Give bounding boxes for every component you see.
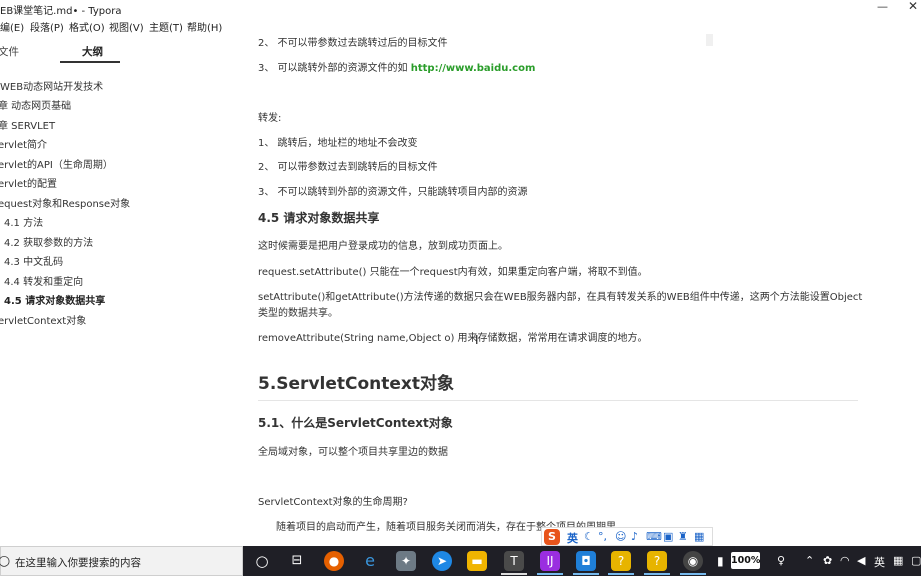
text-setattribute: request.setAttribute() 只能在一个request内有效，如… xyxy=(258,267,648,278)
menu-help[interactable]: 帮助(H) xyxy=(187,19,222,34)
text-forward-2: 2、 可以带参数过去到跳转后的目标文件 xyxy=(258,162,438,173)
typora-icon[interactable]: T xyxy=(504,551,524,571)
text-scope-1: setAttribute()和getAttribute()方法传递的数据只会在W… xyxy=(258,292,863,303)
text-cursor-icon: Ⅰ xyxy=(475,333,479,347)
microphone-icon[interactable]: ♪ xyxy=(631,530,638,543)
menu-bar: 编(E) 段落(P) 格式(O) 视图(V) 主题(T) 帮助(H) xyxy=(0,17,921,34)
outline-item[interactable]: ervlet简介 xyxy=(0,136,47,151)
media-running-indicator xyxy=(680,573,706,575)
file-explorer-icon[interactable]: ▬ xyxy=(467,551,487,571)
notification-icon[interactable]: ▢ xyxy=(911,554,921,567)
ime-lang-toggle[interactable]: 英 xyxy=(567,530,578,546)
title-bar: EB课堂笔记.md• - Typora — ✕ xyxy=(0,0,921,17)
tab-outline[interactable]: 大纲 xyxy=(82,44,103,59)
text-scope-2: 类型的数据共享。 xyxy=(258,308,338,319)
outline-item[interactable]: 4.4 转发和重定向 xyxy=(4,273,83,288)
battery-indicator[interactable]: 100% xyxy=(731,552,760,569)
edge-icon[interactable]: e xyxy=(360,551,380,571)
battery-plug-icon: ▮ xyxy=(717,554,724,568)
text-redirect-3: 3、 可以跳转外部的资源文件的如 http://www.baidu.com xyxy=(258,59,535,74)
firefox-icon[interactable]: ● xyxy=(324,551,344,571)
outline-item[interactable]: ervlet的API（生命周期） xyxy=(0,156,113,171)
baidu-link[interactable]: http://www.baidu.com xyxy=(411,63,536,74)
tray-ime-lang[interactable]: 英 xyxy=(874,554,885,570)
task-view-icon[interactable]: ⊟ xyxy=(287,551,307,571)
toolbox-icon[interactable]: ▦ xyxy=(694,530,704,543)
menu-paragraph[interactable]: 段落(P) xyxy=(30,19,64,34)
media-player-icon[interactable]: ◉ xyxy=(683,551,703,571)
app-tray-icon[interactable]: ✿ xyxy=(823,554,832,567)
outline-item[interactable]: 4.1 方法 xyxy=(4,214,43,229)
ime-logo-icon[interactable]: S xyxy=(544,529,560,545)
heading-4-5: 4.5 请求对象数据共享 xyxy=(258,211,380,225)
text-login: 这时候需要是把用户登录成功的信息，放到成功页面上。 xyxy=(258,241,508,252)
intellij-running-indicator xyxy=(537,573,563,575)
moon-icon[interactable]: ☾ xyxy=(584,530,594,543)
outline-item[interactable]: ervlet的配置 xyxy=(0,175,57,190)
close-button[interactable]: ✕ xyxy=(908,0,918,13)
python-icon-1[interactable]: ? xyxy=(611,551,631,571)
outline-item[interactable]: 章 动态网页基础 xyxy=(0,97,71,112)
taskbar-search[interactable]: ○ 在这里输入你要搜索的内容 xyxy=(0,546,243,576)
tray-grid-icon[interactable]: ▦ xyxy=(893,554,903,567)
text-lifecycle: ServletContext对象的生命周期? xyxy=(258,497,408,508)
menu-view[interactable]: 视图(V) xyxy=(109,19,144,34)
python-icon-2[interactable]: ? xyxy=(647,551,667,571)
keyboard-icon[interactable]: ⌨ xyxy=(646,530,662,543)
text-redirect-2: 2、 不可以带参数过去跳转过后的目标文件 xyxy=(258,38,448,49)
top-scroll-indicator xyxy=(706,34,713,46)
outline-item[interactable]: 4.3 中文乱码 xyxy=(4,253,63,268)
text-global: 全局域对象，可以整个项目共享里边的数据 xyxy=(258,447,448,458)
minimize-button[interactable]: — xyxy=(877,0,888,13)
outline-item[interactable]: 章 SERVLET xyxy=(0,117,55,132)
menu-edit[interactable]: 编(E) xyxy=(0,19,24,34)
shirt-icon[interactable]: ♜ xyxy=(678,530,688,543)
text-forward-1: 1、 跳转后，地址栏的地址不会改变 xyxy=(258,138,418,149)
wifi-icon[interactable]: ◠ xyxy=(840,554,850,567)
editor-content[interactable]: 2、 不可以带参数过去跳转过后的目标文件 3、 可以跳转外部的资源文件的如 ht… xyxy=(236,34,921,546)
intellij-icon[interactable]: IJ xyxy=(540,551,560,571)
volume-icon[interactable]: ◀ xyxy=(857,554,865,567)
sidebar: 文件 大纲 WEB动态网站开发技术 章 动态网页基础 章 SERVLET erv… xyxy=(0,34,236,546)
typora-active-indicator xyxy=(501,573,527,575)
tab-files[interactable]: 文件 xyxy=(0,44,19,59)
user-icon[interactable]: ♀ xyxy=(777,554,785,567)
outline-item[interactable]: ervletContext对象 xyxy=(0,312,86,327)
active-tab-indicator xyxy=(60,61,120,63)
ime-toolbar: S 英 ☾ °, ☺ ♪ ⌨ ▣ ♜ ▦ xyxy=(541,527,713,546)
app-blue-running-indicator xyxy=(573,573,599,575)
outline-item[interactable]: 4.2 获取参数的方法 xyxy=(4,234,93,249)
app-blue-icon[interactable]: ◘ xyxy=(576,551,596,571)
tray-expand-icon[interactable]: ⌃ xyxy=(805,554,814,567)
text-forward-3: 3、 不可以跳转到外部的资源文件，只能跳转项目内部的资源 xyxy=(258,187,528,198)
python-2-running-indicator xyxy=(644,573,670,575)
text-forward-label: 转发: xyxy=(258,113,282,124)
outline-item-active[interactable]: 4.5 请求对象数据共享 xyxy=(4,292,105,307)
outline-item[interactable]: equest对象和Response对象 xyxy=(0,195,130,210)
feishu-icon[interactable]: ➤ xyxy=(432,551,452,571)
heading-5: 5.ServletContext对象 xyxy=(258,374,455,394)
menu-theme[interactable]: 主题(T) xyxy=(149,19,183,34)
heading-rule xyxy=(258,400,858,401)
heading-5-1: 5.1、什么是ServletContext对象 xyxy=(258,416,453,430)
settings-app-icon[interactable]: ✦ xyxy=(396,551,416,571)
search-placeholder: 在这里输入你要搜索的内容 xyxy=(15,557,141,569)
emoji-icon[interactable]: ☺ xyxy=(615,530,626,543)
menu-format[interactable]: 格式(O) xyxy=(69,19,105,34)
search-icon: ○ xyxy=(0,553,11,569)
outline-item[interactable]: WEB动态网站开发技术 xyxy=(0,78,103,93)
window-title: EB课堂笔记.md• - Typora xyxy=(0,6,122,17)
text-remove: removeAttribute(String name,Object o) 用来… xyxy=(258,333,648,344)
skin-icon[interactable]: ▣ xyxy=(663,530,673,543)
python-1-running-indicator xyxy=(608,573,634,575)
taskbar: ○ 在这里输入你要搜索的内容 ○ ⊟ ● e ✦ ➤ ▬ T IJ ◘ ? ? … xyxy=(0,546,921,576)
cortana-icon[interactable]: ○ xyxy=(252,551,272,571)
punctuation-icon[interactable]: °, xyxy=(598,530,607,543)
text-redirect-3-prefix: 3、 可以跳转外部的资源文件的如 xyxy=(258,63,411,74)
